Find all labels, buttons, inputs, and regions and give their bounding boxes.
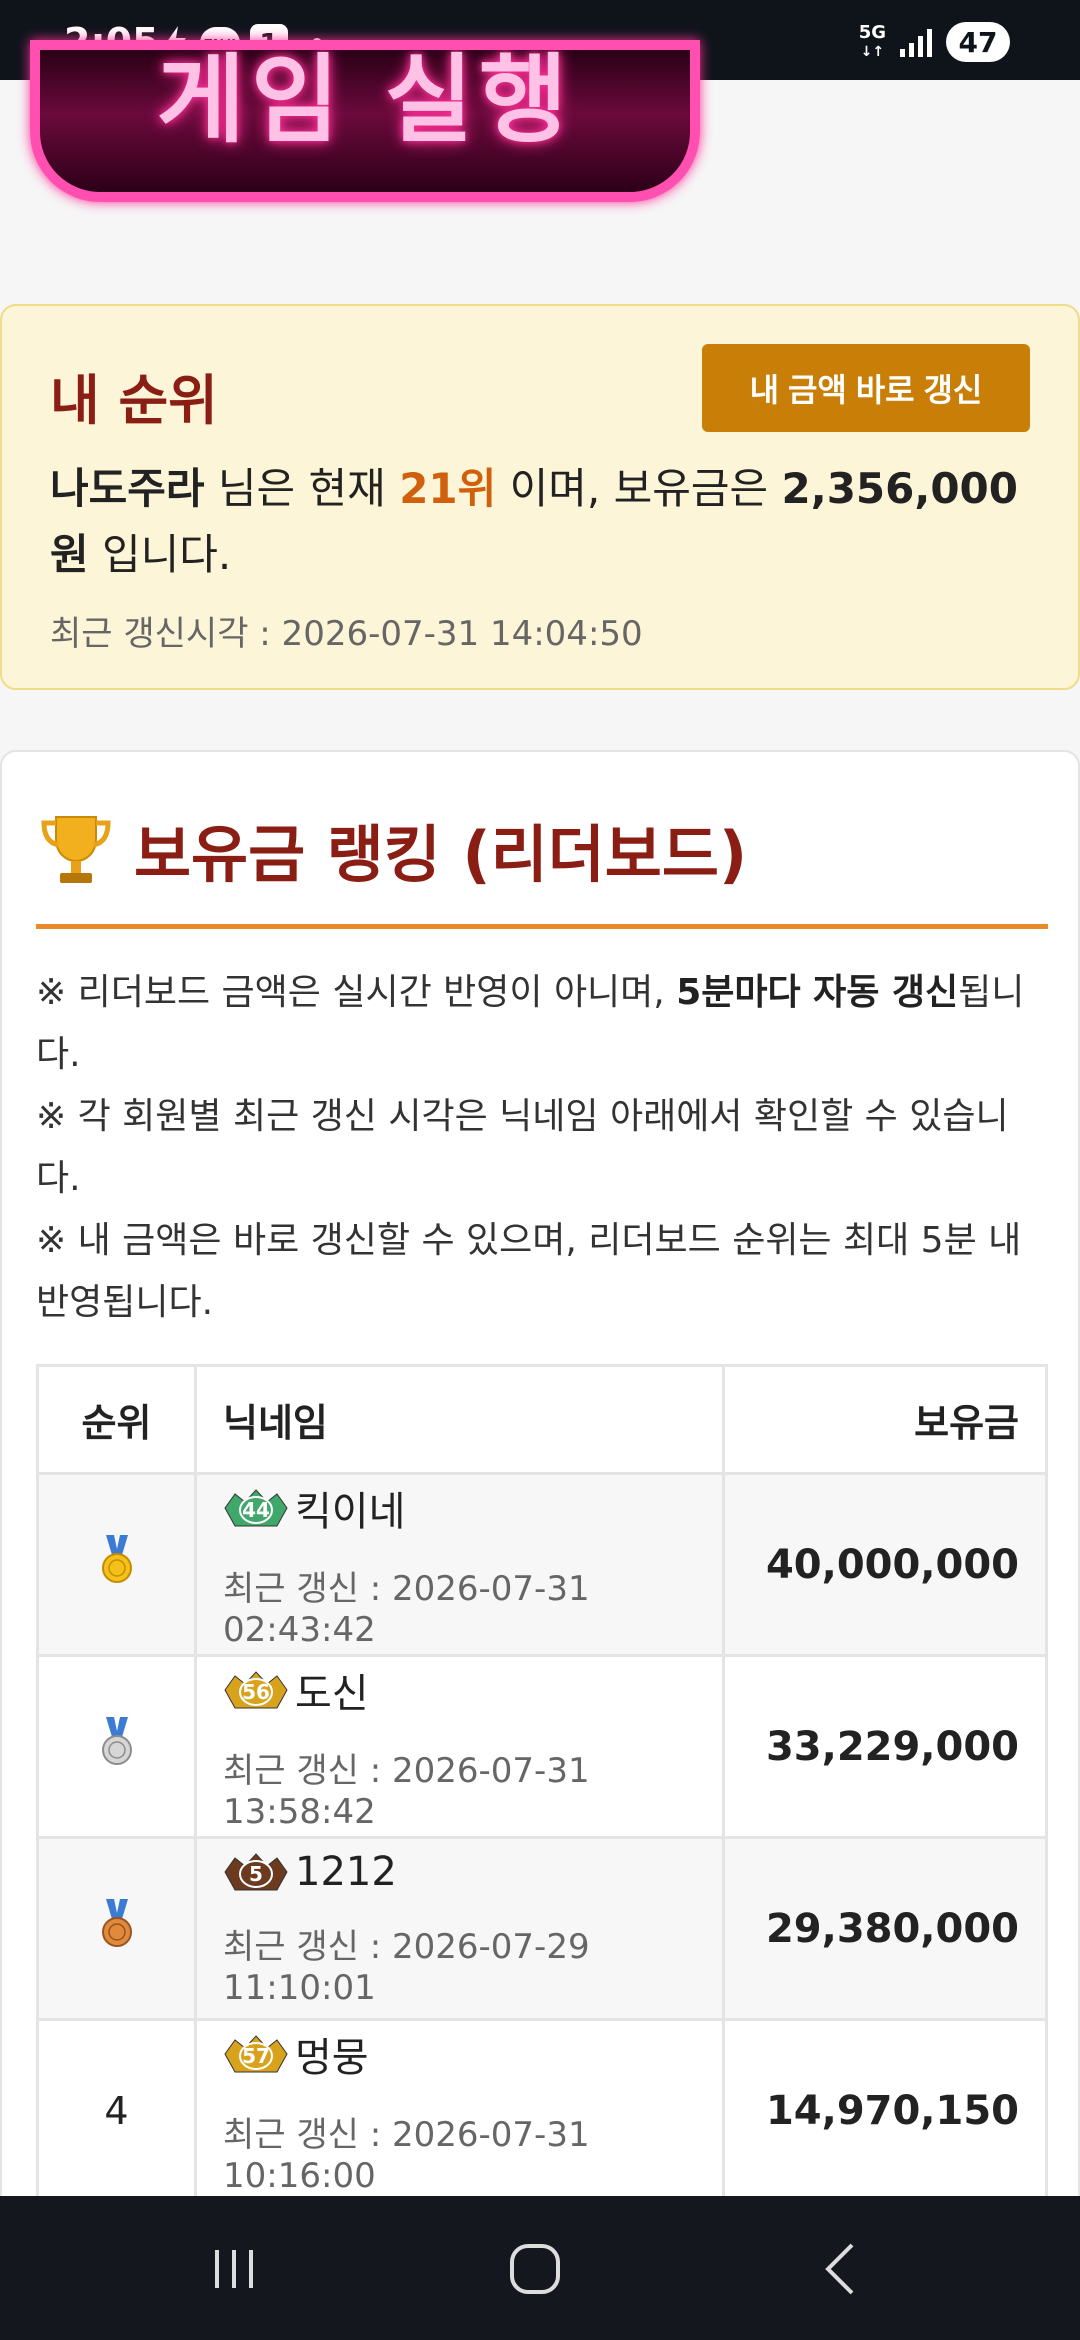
nickname-cell: 44 킥이네최근 갱신 : 2026-07-31 02:43:42 [194,1472,725,1657]
level-badge-icon: 5 [223,1850,289,1894]
leaderboard-table: 순위 닉네임 보유금 44 킥이네최근 갱신 : 2026-07-31 02:43… [36,1364,1048,2203]
trophy-icon [36,809,116,889]
last-updated-time: 최근 갱신 : 2026-07-31 02:43:42 [223,1569,590,1650]
last-updated-time: 최근 갱신 : 2026-07-31 13:58:42 [223,1751,590,1832]
silver-medal-icon [100,1717,134,1767]
leaderboard-note: ※ 각 회원별 최근 갱신 시각은 닉네임 아래에서 확인할 수 있습니다. [36,1096,1009,1199]
level-badge-icon: 44 [223,1486,289,1530]
game-launch-banner-text: 게임 실행 [156,44,574,156]
bronze-medal-icon [100,1899,134,1949]
last-updated-time: 최근 갱신 : 2026-07-31 10:16:00 [223,2115,590,2196]
level-badge-icon: 57 [223,2032,289,2076]
balance-cell: 40,000,000 [722,1472,1048,1657]
back-icon[interactable] [800,2234,880,2304]
rank-number: 4 [104,2088,129,2133]
column-header-nickname: 닉네임 [194,1364,725,1475]
leaderboard-card: 보유금 랭킹 (리더보드) ※ 리더보드 금액은 실시간 반영이 아니며, 5분… [0,750,1080,2250]
signal-strength-icon [900,27,932,57]
battery-icon: 47 [946,22,1010,62]
nickname: 킥이네 [295,1489,406,1535]
nickname: 멍뭉 [295,2035,369,2081]
leaderboard-notes: ※ 리더보드 금액은 실시간 반영이 아니며, 5분마다 자동 갱신됩니다. ※… [36,962,1048,1334]
svg-text:56: 56 [242,1680,270,1704]
table-header-row: 순위 닉네임 보유금 [36,1364,1048,1475]
nickname-cell: 57 멍뭉최근 갱신 : 2026-07-31 10:16:00 [194,2018,725,2203]
leaderboard-note: ※ 내 금액은 바로 갱신할 수 있으며, 리더보드 순위는 최대 5분 내 반… [36,1220,1022,1323]
table-row: 5 1212 최근 갱신 : 2026-07-29 11:10:01 29,380,0… [36,1836,1048,2021]
my-nickname: 나도주라 [50,464,205,513]
my-rank-value: 21위 [399,464,497,513]
network-5g-icon: 5G ↓↑ [858,21,886,60]
level-badge-icon: 56 [223,1668,289,1712]
status-system-icons: 5G ↓↑ 47 [859,22,1010,62]
leaderboard-divider [36,924,1048,929]
column-header-rank: 순위 [36,1364,197,1475]
svg-text:57: 57 [242,2044,270,2068]
recent-apps-icon[interactable] [194,2234,274,2304]
rank-cell: 4 [36,2018,197,2203]
android-navigation-bar [0,2196,1080,2340]
last-updated-time: 최근 갱신 : 2026-07-29 11:10:01 [223,1927,590,2008]
game-launch-banner[interactable]: 게임 실행 [30,40,700,202]
rank-text-1: 님은 현재 [204,464,400,513]
leaderboard-title: 보유금 랭킹 (리더보드) [134,818,748,891]
my-rank-card: 내 순위 내 금액 바로 갱신 나도주라 님은 현재 21위 이며, 보유금은 … [0,304,1080,690]
balance-cell: 14,970,150 [722,2018,1048,2203]
nickname-cell: 56 도신최근 갱신 : 2026-07-31 13:58:42 [194,1654,725,1839]
gold-medal-icon [100,1535,134,1585]
table-row: 4 57 멍뭉최근 갱신 : 2026-07-31 10:16:00 14,970,1… [36,2018,1048,2203]
rank-cell [36,1836,197,2021]
my-rank-updated-time: 최근 갱신시각 : 2026-07-31 14:04:50 [50,614,643,654]
my-rank-summary: 나도주라 님은 현재 21위 이며, 보유금은 2,356,000원 입니다. [50,456,1040,588]
nickname: 1212 [295,1849,397,1895]
table-row: 56 도신최근 갱신 : 2026-07-31 13:58:42 33,229,00… [36,1654,1048,1839]
nickname: 도신 [295,1671,369,1717]
svg-text:44: 44 [242,1498,270,1522]
nickname-cell: 5 1212 최근 갱신 : 2026-07-29 11:10:01 [194,1836,725,2021]
balance-cell: 33,229,000 [722,1654,1048,1839]
column-header-balance: 보유금 [722,1364,1048,1475]
my-rank-title: 내 순위 [50,369,218,432]
rank-cell [36,1654,197,1839]
rank-text-3: 입니다. [88,530,232,579]
refresh-my-balance-button[interactable]: 내 금액 바로 갱신 [702,344,1030,432]
svg-text:5: 5 [249,1862,263,1886]
balance-cell: 29,380,000 [722,1836,1048,2021]
home-icon[interactable] [495,2234,575,2304]
table-row: 44 킥이네최근 갱신 : 2026-07-31 02:43:42 40,000,0… [36,1472,1048,1657]
rank-cell [36,1472,197,1657]
leaderboard-note: ※ 리더보드 금액은 실시간 반영이 아니며, 5분마다 자동 갱신됩니다. [36,972,1025,1075]
rank-text-2: 이며, 보유금은 [496,464,782,513]
leaderboard-header: 보유금 랭킹 (리더보드) [36,804,747,894]
